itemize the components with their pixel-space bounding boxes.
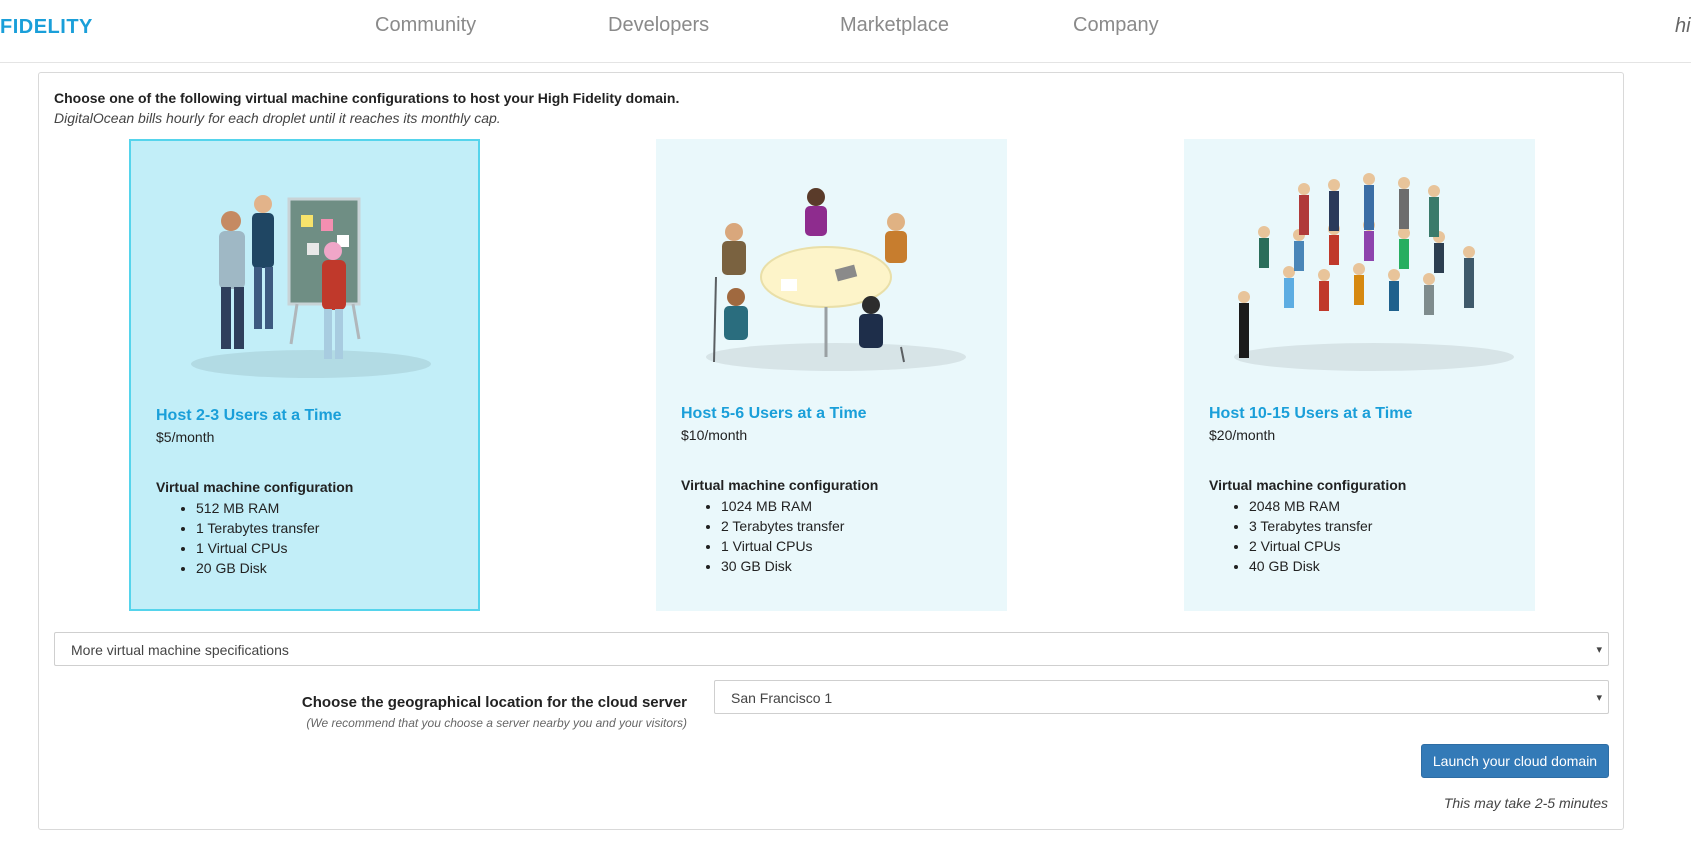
plan-spec-list: 512 MB RAM 1 Terabytes transfer 1 Virtua…: [196, 498, 319, 578]
more-specs-dropdown[interactable]: More virtual machine specifications ▾: [54, 632, 1609, 666]
chevron-down-icon: ▾: [1596, 692, 1602, 704]
location-value: San Francisco 1: [731, 690, 833, 706]
spec-disk: 30 GB Disk: [721, 556, 844, 576]
domain-config-panel: Choose one of the following virtual mach…: [38, 72, 1624, 830]
brand-logo[interactable]: FIDELITY: [0, 16, 93, 39]
spec-ram: 512 MB RAM: [196, 498, 319, 518]
plan-price: $20/month: [1209, 427, 1276, 443]
location-hint: (We recommend that you choose a server n…: [306, 716, 687, 730]
plan-config-heading: Virtual machine configuration: [1209, 477, 1407, 493]
plan-card-medium[interactable]: Host 5-6 Users at a Time $10/month Virtu…: [656, 139, 1007, 611]
spec-transfer: 3 Terabytes transfer: [1249, 516, 1372, 536]
nav-company[interactable]: Company: [1073, 14, 1159, 37]
plan-price: $5/month: [156, 429, 215, 445]
spec-disk: 40 GB Disk: [1249, 556, 1372, 576]
plan-price: $10/month: [681, 427, 748, 443]
location-label: Choose the geographical location for the…: [301, 694, 687, 711]
launch-cloud-domain-button[interactable]: Launch your cloud domain: [1421, 744, 1609, 778]
location-dropdown[interactable]: San Francisco 1 ▾: [714, 680, 1609, 714]
spec-ram: 2048 MB RAM: [1249, 496, 1372, 516]
large-group-illustration: [1234, 173, 1514, 371]
spec-disk: 20 GB Disk: [196, 558, 319, 578]
spec-transfer: 2 Terabytes transfer: [721, 516, 844, 536]
nav-marketplace[interactable]: Marketplace: [840, 14, 949, 37]
user-greeting[interactable]: hi: [1675, 15, 1691, 38]
plan-spec-list: 1024 MB RAM 2 Terabytes transfer 1 Virtu…: [721, 496, 844, 576]
plan-config-heading: Virtual machine configuration: [156, 479, 354, 495]
intro-subheading: DigitalOcean bills hourly for each dropl…: [54, 110, 501, 126]
top-nav-bar: FIDELITY Community Developers Marketplac…: [0, 0, 1691, 63]
launch-time-note: This may take 2-5 minutes: [1443, 795, 1608, 811]
plan-title: Host 5-6 Users at a Time: [681, 405, 867, 422]
intro-heading: Choose one of the following virtual mach…: [54, 90, 680, 106]
chevron-down-icon: ▾: [1596, 644, 1602, 656]
plan-card-small[interactable]: Host 2-3 Users at a Time $5/month Virtua…: [129, 139, 480, 611]
more-specs-value: More virtual machine specifications: [71, 642, 289, 658]
spec-ram: 1024 MB RAM: [721, 496, 844, 516]
nav-developers[interactable]: Developers: [608, 14, 709, 37]
spec-cpus: 1 Virtual CPUs: [721, 536, 844, 556]
plan-spec-list: 2048 MB RAM 3 Terabytes transfer 2 Virtu…: [1249, 496, 1372, 576]
meeting-table-illustration: [706, 188, 966, 371]
spec-cpus: 2 Virtual CPUs: [1249, 536, 1372, 556]
spec-cpus: 1 Virtual CPUs: [196, 538, 319, 558]
plan-title: Host 10-15 Users at a Time: [1209, 405, 1413, 422]
nav-community[interactable]: Community: [375, 14, 476, 37]
plan-card-large[interactable]: Host 10-15 Users at a Time $20/month Vir…: [1184, 139, 1535, 611]
plan-title: Host 2-3 Users at a Time: [156, 407, 342, 424]
plan-config-heading: Virtual machine configuration: [681, 477, 879, 493]
small-team-illustration: [191, 195, 431, 378]
spec-transfer: 1 Terabytes transfer: [196, 518, 319, 538]
